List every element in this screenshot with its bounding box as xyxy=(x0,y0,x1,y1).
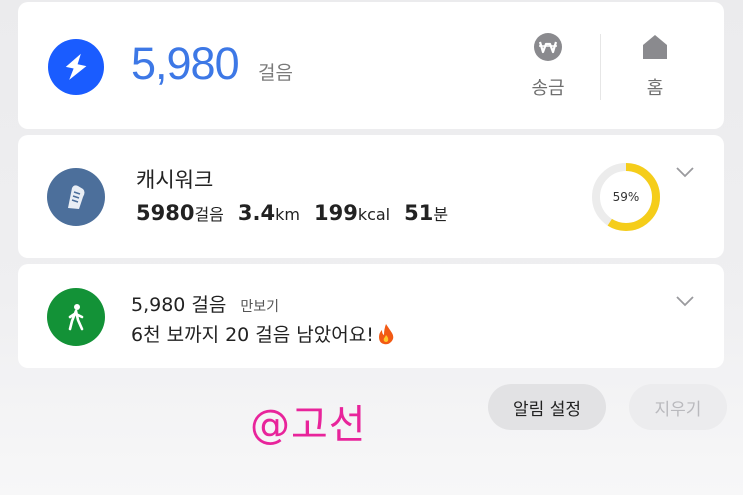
stat-distance-unit: km xyxy=(275,205,300,224)
chevron-down-icon[interactable] xyxy=(675,166,695,178)
stat-calories-value: 199 xyxy=(313,201,358,225)
stat-distance-value: 3.4 xyxy=(237,201,276,225)
activity-stats: 5980 걸음 3.4 km 199 kcal 51 분 xyxy=(136,201,462,225)
shoe-icon xyxy=(47,168,105,226)
pedometer-app-name: 만보기 xyxy=(240,299,280,315)
stat-steps-value: 5980 xyxy=(136,201,195,225)
step-summary-card[interactable]: 5,980 걸음 송금 홈 xyxy=(18,2,724,129)
divider xyxy=(600,34,601,100)
notification-settings-button[interactable]: 알림 설정 xyxy=(488,384,606,430)
stat-minutes-value: 51 xyxy=(404,201,434,225)
home-label: 홈 xyxy=(646,78,664,99)
chevron-down-icon[interactable] xyxy=(675,295,695,307)
home-icon xyxy=(643,35,667,59)
step-count: 5,980 xyxy=(131,38,240,89)
pedometer-steps: 5,980 걸음 xyxy=(131,294,227,316)
clear-button[interactable]: 지우기 xyxy=(629,384,727,430)
stat-calories-unit: kcal xyxy=(357,205,391,224)
cashwalk-notification-card[interactable]: 캐시워크 5980 걸음 3.4 km 199 kcal 51 분 59% xyxy=(18,135,724,258)
stat-steps-unit: 걸음 xyxy=(194,205,224,224)
watermark-text: @고선 xyxy=(250,402,367,448)
progress-percent: 59% xyxy=(612,190,640,204)
stat-minutes-unit: 분 xyxy=(433,205,449,224)
pedometer-notification-card[interactable]: 5,980 걸음 만보기 6천 보까지 20 걸음 남았어요! xyxy=(18,264,724,368)
notification-app-title: 캐시워크 xyxy=(136,168,214,192)
step-unit: 걸음 xyxy=(258,62,293,84)
fire-icon xyxy=(378,323,394,344)
won-coin-icon xyxy=(534,33,562,61)
toss-logo-icon xyxy=(48,39,104,95)
pedometer-message: 6천 보까지 20 걸음 남았어요! xyxy=(131,324,374,346)
pedometer-message-row: 6천 보까지 20 걸음 남았어요! xyxy=(131,320,396,347)
send-money-button[interactable]: 송금 xyxy=(513,32,583,102)
walking-person-icon xyxy=(47,288,105,346)
pedometer-header: 5,980 걸음 만보기 xyxy=(131,290,279,317)
home-button[interactable]: 홈 xyxy=(620,32,690,102)
send-money-label: 송금 xyxy=(531,78,565,99)
